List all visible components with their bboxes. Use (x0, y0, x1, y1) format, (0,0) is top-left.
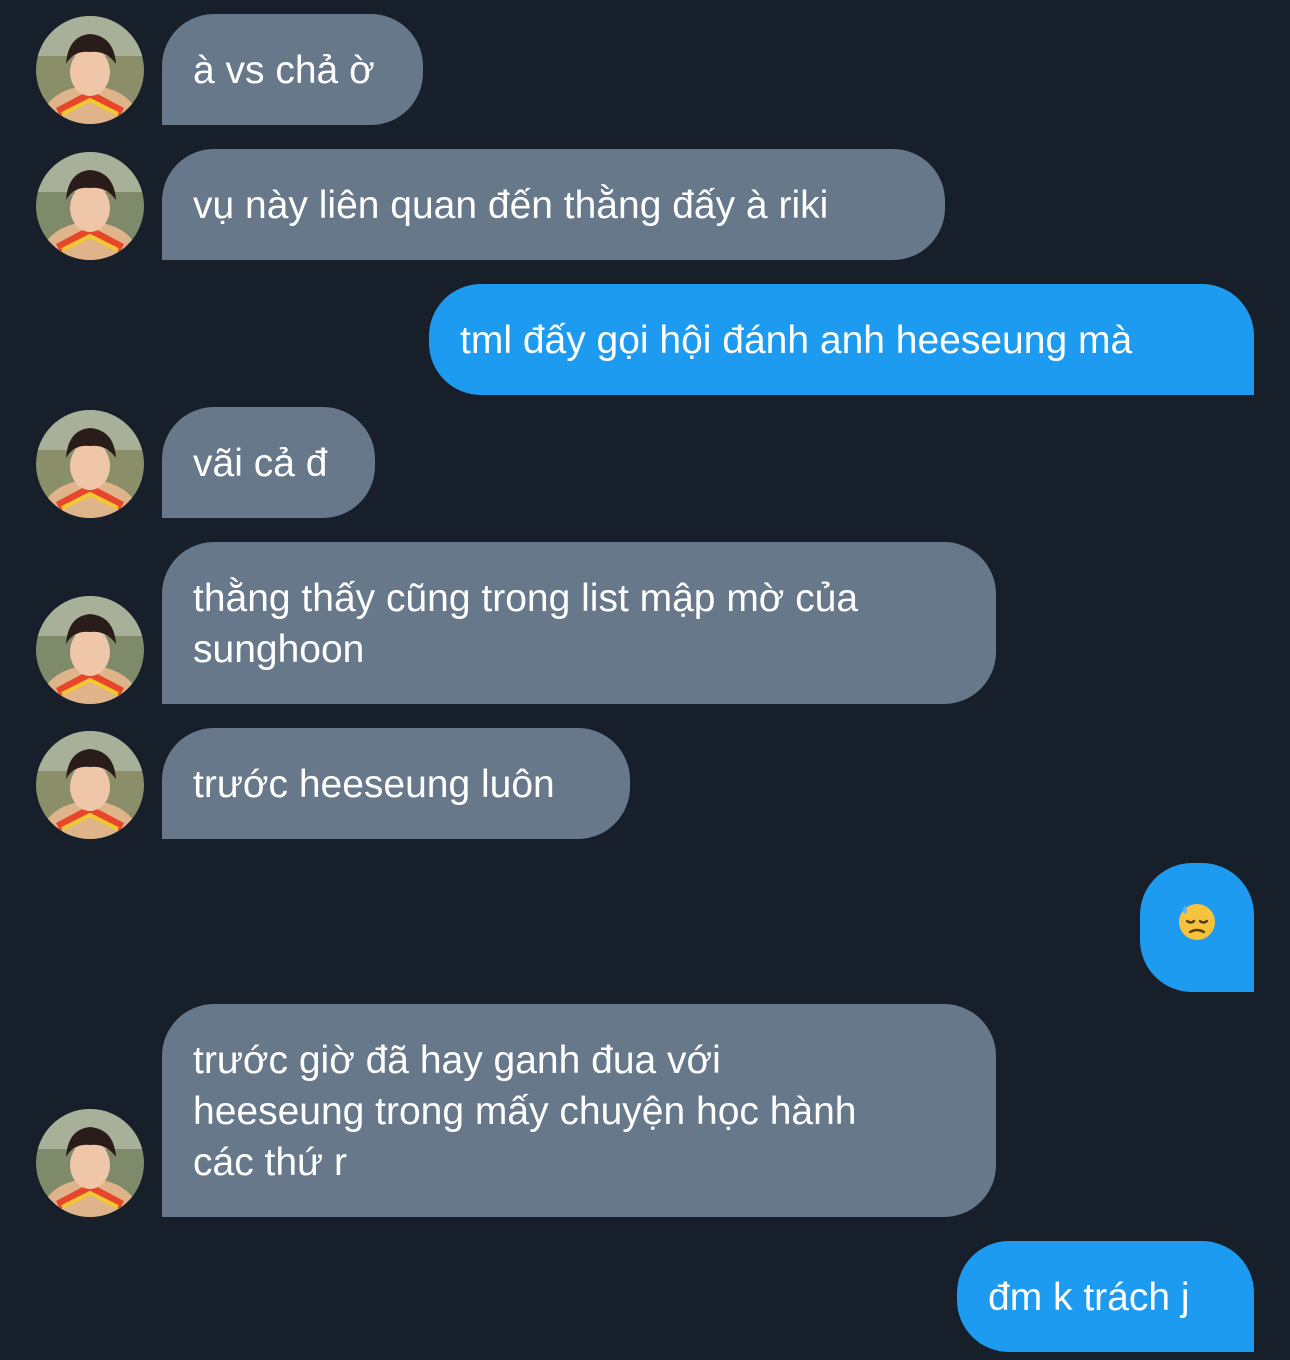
sender-avatar[interactable] (36, 731, 144, 839)
message-text-line: các thứ r (193, 1141, 347, 1184)
message-bubble-incoming[interactable]: vụ này liên quan đến thằng đấy à riki (162, 149, 945, 260)
message-text-line: thằng thấy cũng trong list mập mờ của (193, 577, 859, 620)
message-text-line: trước giờ đã hay ganh đua với (193, 1039, 721, 1082)
message-bubble-incoming[interactable]: trước giờ đã hay ganh đua với heeseung t… (162, 1004, 996, 1217)
message-text-line: sunghoon (193, 628, 365, 671)
message-text: à vs chả ờ (193, 49, 375, 92)
sender-avatar[interactable] (36, 410, 144, 518)
message-bubble-outgoing-emoji[interactable] (1140, 863, 1254, 992)
message-bubble-incoming[interactable]: vãi cả đ (162, 407, 375, 518)
message-bubble-incoming[interactable]: trước heeseung luôn (162, 728, 630, 839)
message-bubble-incoming[interactable]: thằng thấy cũng trong list mập mờ của su… (162, 542, 996, 704)
message-text: trước heeseung luôn (193, 763, 555, 806)
downcast-face-with-sweat-icon (1177, 901, 1217, 954)
sender-avatar[interactable] (36, 16, 144, 124)
message-text: vụ này liên quan đến thằng đấy à riki (193, 184, 829, 227)
message-text-line: heeseung trong mấy chuyện học hành (193, 1090, 857, 1133)
sender-avatar[interactable] (36, 152, 144, 260)
sender-avatar[interactable] (36, 596, 144, 704)
message-text: đm k trách j (988, 1276, 1190, 1319)
sender-avatar[interactable] (36, 1109, 144, 1217)
message-text: vãi cả đ (193, 442, 328, 485)
message-bubble-outgoing[interactable]: đm k trách j (957, 1241, 1254, 1352)
message-bubble-outgoing[interactable]: tml đấy gọi hội đánh anh heeseung mà (429, 284, 1254, 395)
message-text: tml đấy gọi hội đánh anh heeseung mà (460, 319, 1133, 362)
message-bubble-incoming[interactable]: à vs chả ờ (162, 14, 423, 125)
